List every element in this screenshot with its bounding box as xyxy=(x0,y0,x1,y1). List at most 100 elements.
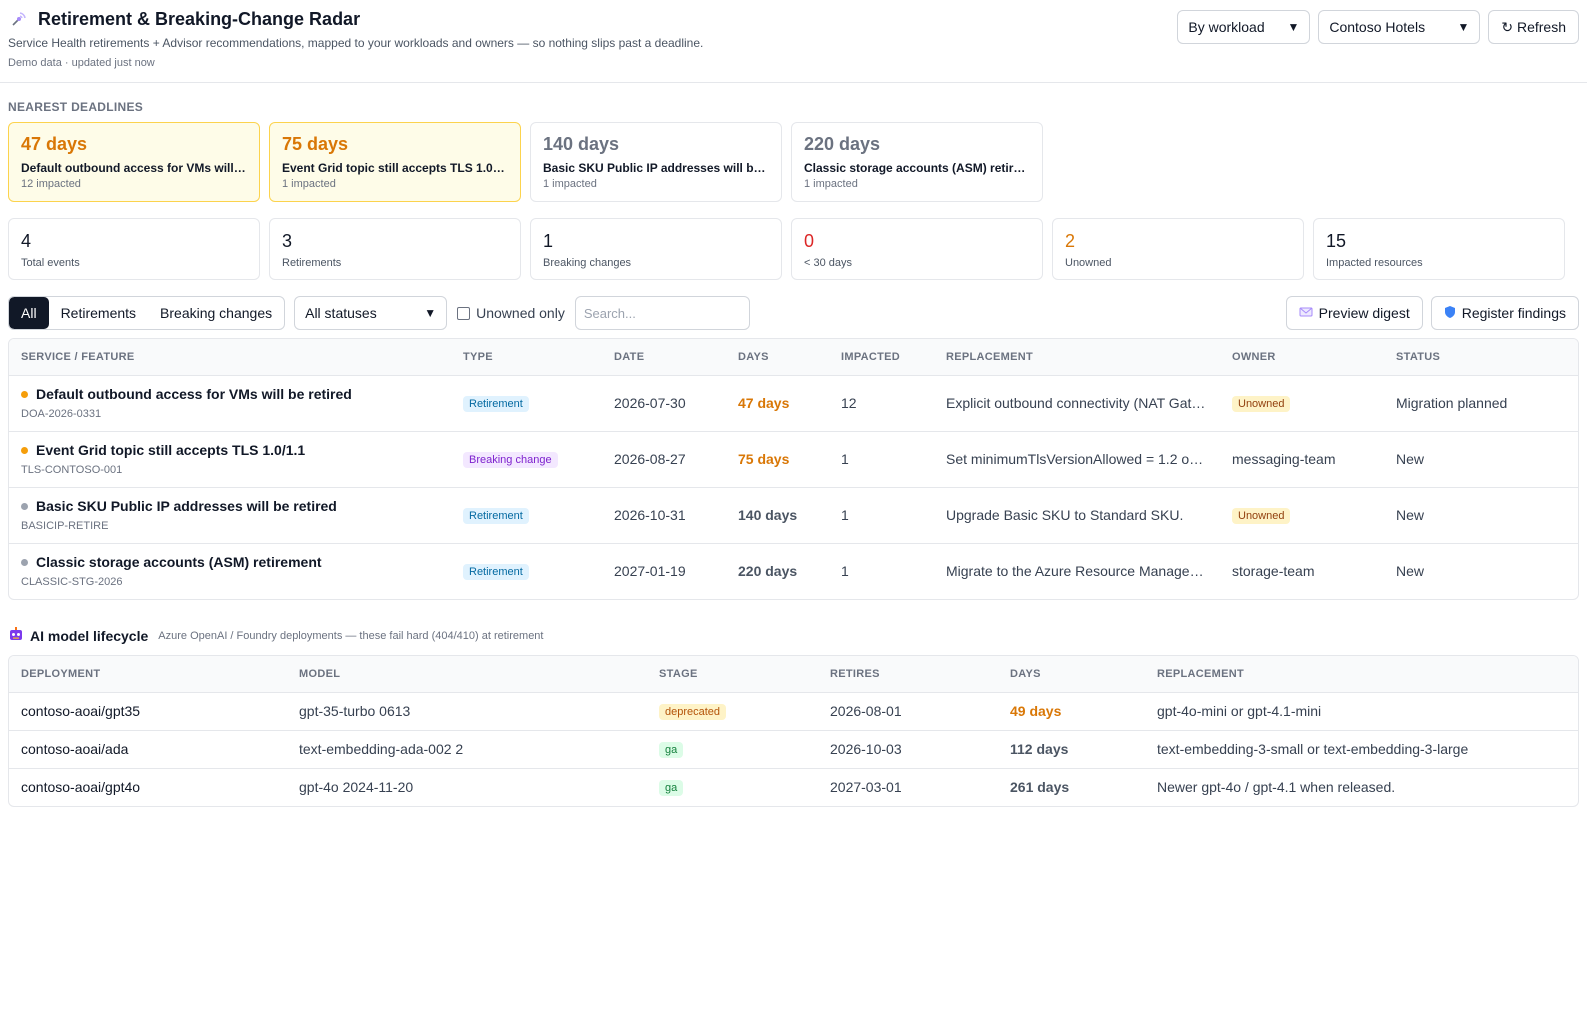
event-replacement: Upgrade Basic SKU to Standard SKU. xyxy=(946,507,1184,523)
event-title: Event Grid topic still accepts TLS 1.0/1… xyxy=(36,442,306,458)
table-row[interactable]: contoso-aoai/ada text-embedding-ada-002 … xyxy=(9,730,1578,769)
envelope-icon xyxy=(1299,305,1313,321)
deadline-impacted: 12 impacted xyxy=(21,178,81,190)
deadlines-label: Nearest deadlines xyxy=(8,100,144,114)
deadline-card[interactable]: 75 days Event Grid topic still accepts T… xyxy=(269,122,521,202)
col-owner[interactable]: Owner xyxy=(1220,339,1384,376)
event-impacted: 1 xyxy=(829,431,934,488)
type-filter-tabs: All Retirements Breaking changes xyxy=(8,296,286,330)
table-row[interactable]: Default outbound access for VMs will be … xyxy=(9,375,1578,432)
table-row[interactable]: Basic SKU Public IP addresses will be re… xyxy=(9,487,1578,544)
event-id: BASICIP-RETIRE xyxy=(21,520,109,532)
event-impacted: 1 xyxy=(829,487,934,544)
event-days: 220 days xyxy=(738,563,798,580)
urgency-dot xyxy=(21,502,28,510)
deadline-card[interactable]: 140 days Basic SKU Public IP addresses w… xyxy=(530,122,782,202)
tab-all[interactable]: All xyxy=(9,297,49,329)
unowned-only-label: Unowned only xyxy=(476,305,565,321)
retire-date: 2026-10-03 xyxy=(818,730,998,769)
preview-digest-label: Preview digest xyxy=(1318,305,1410,321)
event-impacted: 1 xyxy=(841,563,849,580)
col-model[interactable]: Model xyxy=(287,656,647,693)
event-date: 2027-01-19 xyxy=(614,563,686,580)
table-row[interactable]: contoso-aoai/gpt35 gpt-35-turbo 0613 dep… xyxy=(9,692,1578,731)
summary-stats: 4 Total events 3 Retirements 1 Breaking … xyxy=(0,218,1587,280)
group-by-select[interactable]: By workload ▼ xyxy=(1177,10,1311,44)
preview-digest-button[interactable]: Preview digest xyxy=(1285,296,1423,330)
stat-impacted-resources: 15 Impacted resources xyxy=(1313,218,1565,280)
shield-icon xyxy=(1444,305,1456,322)
col-service[interactable]: Service / Feature xyxy=(9,339,451,376)
radar-icon xyxy=(8,8,30,30)
urgency-dot xyxy=(21,446,28,454)
stat-total-events: 4 Total events xyxy=(8,218,260,280)
event-days: 140 days xyxy=(738,507,798,523)
type-badge: Retirement xyxy=(463,508,529,524)
deadline-card[interactable]: 220 days Classic storage accounts (ASM) … xyxy=(791,122,1043,202)
table-row[interactable]: contoso-aoai/gpt4o gpt-4o 2024-11-20 ga … xyxy=(9,768,1578,806)
deployment-name: contoso-aoai/gpt35 xyxy=(9,692,287,731)
deadline-title: Event Grid topic still accepts TLS 1.0/1… xyxy=(282,161,508,175)
stat-label: Unowned xyxy=(1065,257,1112,269)
event-title: Basic SKU Public IP addresses will be re… xyxy=(36,498,337,514)
table-row[interactable]: Event Grid topic still accepts TLS 1.0/1… xyxy=(9,431,1578,488)
chevron-down-icon: ▼ xyxy=(1457,20,1470,34)
event-date: 2026-07-30 xyxy=(602,375,726,432)
ai-models-table: Deployment Model Stage Retires Days Repl… xyxy=(8,655,1579,807)
col-impacted[interactable]: Impacted xyxy=(829,339,934,376)
stat-label: Retirements xyxy=(282,257,342,269)
unowned-only-checkbox[interactable] xyxy=(457,306,471,320)
page-header: Retirement & Breaking-Change Radar Servi… xyxy=(0,0,1587,83)
stat-value: 3 xyxy=(282,231,293,251)
col-retires[interactable]: Retires xyxy=(818,656,998,693)
col-stage[interactable]: Stage xyxy=(647,656,818,693)
event-status: New xyxy=(1384,487,1578,544)
event-id: CLASSIC-STG-2026 xyxy=(21,576,123,589)
register-findings-button[interactable]: Register findings xyxy=(1430,296,1579,330)
tab-retirements[interactable]: Retirements xyxy=(49,297,148,329)
stat-value: 15 xyxy=(1326,231,1347,251)
page-title: Retirement & Breaking-Change Radar xyxy=(38,8,361,29)
tenant-select[interactable]: Contoso Hotels ▼ xyxy=(1318,10,1481,44)
ai-section-header: AI model lifecycle Azure OpenAI / Foundr… xyxy=(8,626,1579,645)
event-status: Migration planned xyxy=(1384,375,1578,432)
refresh-button[interactable]: ↻ Refresh xyxy=(1488,10,1579,44)
model-name: text-embedding-ada-002 2 xyxy=(287,730,647,769)
unowned-only-toggle[interactable]: Unowned only xyxy=(457,305,565,321)
table-row[interactable]: Classic storage accounts (ASM) retiremen… xyxy=(9,543,1578,599)
event-id: TLS-CONTOSO-001 xyxy=(21,464,123,476)
col-date[interactable]: Date xyxy=(602,339,726,376)
chevron-down-icon: ▼ xyxy=(1287,20,1300,34)
col-status[interactable]: Status xyxy=(1384,339,1578,376)
stat-value: 2 xyxy=(1065,231,1076,251)
col-deployment[interactable]: Deployment xyxy=(9,656,287,693)
deadline-card[interactable]: 47 days Default outbound access for VMs … xyxy=(8,122,260,202)
stat-label: Impacted resources xyxy=(1326,257,1423,269)
event-replacement: Explicit outbound connectivity (NAT Gate… xyxy=(946,395,1208,411)
event-title: Classic storage accounts (ASM) retiremen… xyxy=(36,554,322,571)
stat-label: Total events xyxy=(21,257,80,269)
col-replacement[interactable]: Replacement xyxy=(1145,656,1578,693)
deadline-days: 47 days xyxy=(21,134,88,154)
tenant-value: Contoso Hotels xyxy=(1329,19,1426,35)
event-id: DOA-2026-0331 xyxy=(21,408,102,420)
owner-badge: Unowned xyxy=(1232,508,1291,524)
col-days[interactable]: Days xyxy=(726,339,829,376)
model-replacement: Newer gpt-4o / gpt-4.1 when released. xyxy=(1157,779,1396,796)
model-days: 261 days xyxy=(1010,779,1070,796)
stat-breaking-changes: 1 Breaking changes xyxy=(530,218,782,280)
col-type[interactable]: Type xyxy=(451,339,602,376)
stat-value: 0 xyxy=(804,231,815,251)
col-replacement[interactable]: Replacement xyxy=(934,339,1220,376)
tab-breaking-changes[interactable]: Breaking changes xyxy=(148,297,284,329)
status-filter-select[interactable]: All statuses ▼ xyxy=(294,296,448,330)
search-input[interactable]: Search... xyxy=(574,296,750,330)
deadline-days: 75 days xyxy=(282,134,349,154)
event-date: 2026-10-31 xyxy=(602,487,726,544)
chevron-down-icon: ▼ xyxy=(424,306,437,320)
col-days[interactable]: Days xyxy=(998,656,1145,693)
deadline-impacted: 1 impacted xyxy=(543,178,597,190)
model-name: gpt-4o 2024-11-20 xyxy=(299,779,414,796)
model-replacement: gpt-4o-mini or gpt-4.1-mini xyxy=(1145,692,1578,731)
deployment-name: contoso-aoai/ada xyxy=(9,730,287,769)
